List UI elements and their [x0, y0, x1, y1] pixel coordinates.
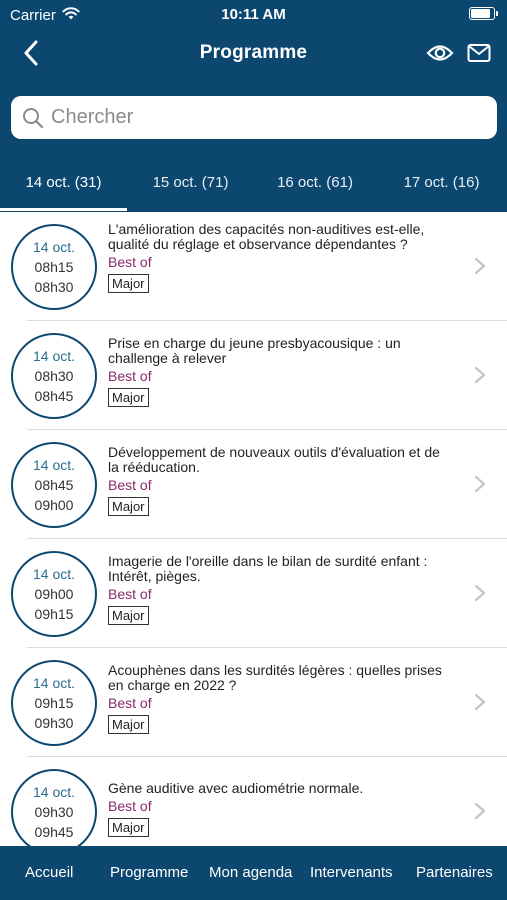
session-date: 14 oct. — [32, 457, 76, 473]
session-end: 09h00 — [34, 497, 74, 513]
session-end: 09h15 — [34, 606, 74, 622]
session-row[interactable]: 14 oct. 08h30 08h45 Prise en charge du j… — [0, 321, 507, 430]
session-category: Best of — [108, 368, 152, 384]
chevron-right-icon — [474, 584, 486, 602]
session-row[interactable]: 14 oct. 09h15 09h30 Acouphènes dans les … — [0, 648, 507, 757]
session-category: Best of — [108, 798, 152, 814]
mail-button[interactable] — [465, 39, 493, 67]
bottom-tab-bar: Accueil Programme Mon agenda Intervenant… — [0, 846, 507, 900]
session-title: Développement de nouveaux outils d'évalu… — [108, 444, 440, 475]
navbar: Programme — [0, 30, 507, 76]
battery-icon — [469, 7, 498, 20]
session-start: 08h15 — [34, 259, 74, 275]
session-date: 14 oct. — [32, 348, 76, 364]
status-time: 10:11 AM — [221, 6, 286, 23]
header: Carrier 10:11 AM Programme Chercher 14 o… — [0, 0, 507, 212]
session-start: 08h45 — [34, 477, 74, 493]
time-badge: 14 oct. 09h15 09h30 — [11, 660, 97, 746]
session-row[interactable]: 14 oct. 09h00 09h15 Imagerie de l'oreill… — [0, 539, 507, 648]
session-content: Acouphènes dans les surdités légères : q… — [108, 663, 453, 734]
session-title: Acouphènes dans les surdités légères : q… — [108, 662, 442, 693]
session-tag: Major — [108, 818, 149, 837]
session-end: 09h30 — [34, 715, 74, 731]
tabbar-item-programme[interactable]: Programme — [110, 864, 188, 881]
tabbar-item-mon-agenda[interactable]: Mon agenda — [209, 864, 292, 881]
session-date: 14 oct. — [32, 675, 76, 691]
session-category: Best of — [108, 586, 152, 602]
session-end: 08h45 — [34, 388, 74, 404]
chevron-right-icon — [474, 802, 486, 820]
search-input[interactable] — [51, 106, 471, 129]
tab-15-oct[interactable]: 15 oct. (71) — [127, 160, 254, 212]
tabbar-item-partenaires[interactable]: Partenaires — [416, 864, 493, 881]
session-row[interactable]: 14 oct. 09h30 09h45 Gène auditive avec a… — [0, 757, 507, 846]
time-badge: 14 oct. 09h00 09h15 — [11, 551, 97, 637]
session-start: 09h30 — [34, 804, 74, 820]
session-tag: Major — [108, 715, 149, 734]
chevron-right-icon — [474, 693, 486, 711]
session-title: Gène auditive avec audiométrie normale. — [108, 780, 364, 796]
session-category: Best of — [108, 477, 152, 493]
session-tag: Major — [108, 274, 149, 293]
search-bar[interactable] — [11, 96, 497, 139]
session-end: 08h30 — [34, 279, 74, 295]
time-badge: 14 oct. 08h30 08h45 — [11, 333, 97, 419]
tabbar-item-accueil[interactable]: Accueil — [25, 864, 73, 881]
chevron-right-icon — [474, 475, 486, 493]
session-date: 14 oct. — [32, 566, 76, 582]
session-content: Développement de nouveaux outils d'évalu… — [108, 445, 453, 516]
session-content: Prise en charge du jeune presbyacousique… — [108, 336, 453, 407]
tab-16-oct[interactable]: 16 oct. (61) — [254, 160, 376, 212]
session-tag: Major — [108, 606, 149, 625]
tab-indicator — [0, 208, 127, 211]
tab-17-oct[interactable]: 17 oct. (16) — [376, 160, 507, 212]
session-content: Imagerie de l'oreille dans le bilan de s… — [108, 554, 453, 625]
status-bar: Carrier 10:11 AM — [0, 0, 507, 30]
tab-14-oct[interactable]: 14 oct. (31) — [0, 160, 127, 212]
search-icon — [21, 106, 45, 130]
session-category: Best of — [108, 695, 152, 711]
session-title: Imagerie de l'oreille dans le bilan de s… — [108, 553, 428, 584]
session-start: 08h30 — [34, 368, 74, 384]
session-list[interactable]: 14 oct. 08h15 08h30 L'amélioration des c… — [0, 212, 507, 846]
session-start: 09h00 — [34, 586, 74, 602]
tabbar-item-intervenants[interactable]: Intervenants — [310, 864, 393, 881]
session-row[interactable]: 14 oct. 08h15 08h30 L'amélioration des c… — [0, 212, 507, 321]
session-content: Gène auditive avec audiométrie normale. … — [108, 781, 453, 837]
view-button[interactable] — [424, 39, 456, 67]
session-start: 09h15 — [34, 695, 74, 711]
time-badge: 14 oct. 09h30 09h45 — [11, 769, 97, 846]
session-row[interactable]: 14 oct. 08h45 09h00 Développement de nou… — [0, 430, 507, 539]
session-title: L'amélioration des capacités non-auditiv… — [108, 221, 425, 252]
session-tag: Major — [108, 388, 149, 407]
mail-icon — [467, 44, 491, 62]
chevron-right-icon — [474, 257, 486, 275]
session-tag: Major — [108, 497, 149, 516]
session-content: L'amélioration des capacités non-auditiv… — [108, 222, 453, 293]
eye-icon — [426, 45, 454, 61]
session-date: 14 oct. — [32, 239, 76, 255]
session-date: 14 oct. — [32, 784, 76, 800]
session-end: 09h45 — [34, 824, 74, 840]
chevron-right-icon — [474, 366, 486, 384]
time-badge: 14 oct. 08h45 09h00 — [11, 442, 97, 528]
session-category: Best of — [108, 254, 152, 270]
date-tabs: 14 oct. (31) 15 oct. (71) 16 oct. (61) 1… — [0, 160, 507, 212]
session-title: Prise en charge du jeune presbyacousique… — [108, 335, 401, 366]
time-badge: 14 oct. 08h15 08h30 — [11, 224, 97, 310]
